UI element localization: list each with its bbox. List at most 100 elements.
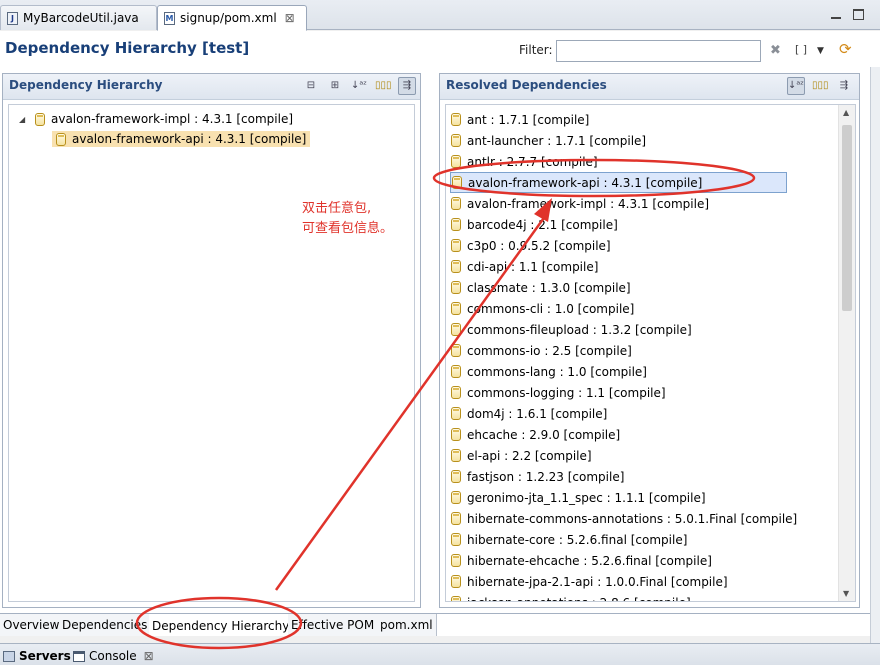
resolved-dependencies-section: Resolved Dependencies ↓ᵃᶻ ▯▯▯ ⇶ jackson-… <box>439 73 860 608</box>
dependency-tree[interactable]: ◢ avalon-framework-impl : 4.3.1 [compile… <box>8 104 415 602</box>
tab-label: pom.xml <box>380 618 433 632</box>
annotation-line: 双击任意包, <box>302 201 372 216</box>
dependency-item[interactable]: jackson-annotations : 2.8.6 [compile] <box>451 592 691 602</box>
scroll-up-icon[interactable]: ▲ <box>843 108 849 117</box>
minimize-icon[interactable] <box>831 9 841 19</box>
dependency-label: ant-launcher : 1.7.1 [compile] <box>467 133 647 148</box>
tree-item[interactable]: avalon-framework-api : 4.3.1 [compile] <box>52 129 311 149</box>
dependency-item[interactable]: commons-lang : 1.0 [compile] <box>451 361 647 382</box>
tree-item-selected[interactable]: avalon-framework-api : 4.3.1 [compile] <box>52 131 311 147</box>
dependency-item[interactable]: commons-io : 2.5 [compile] <box>451 340 632 361</box>
jar-icon <box>451 302 461 315</box>
section-title: Dependency Hierarchy <box>9 78 163 92</box>
jar-icon <box>451 575 461 588</box>
jar-icon <box>35 112 45 126</box>
dependency-item[interactable]: antlr : 2.7.7 [compile] <box>451 151 598 172</box>
scrollbar-thumb[interactable] <box>842 125 852 311</box>
clear-filter-icon[interactable]: ✖ <box>770 43 781 58</box>
filter-input[interactable] <box>556 40 761 62</box>
resolved-toolbar: ↓ᵃᶻ ▯▯▯ ⇶ <box>787 77 853 95</box>
servers-icon <box>3 650 15 662</box>
tree-item[interactable]: ◢ avalon-framework-impl : 4.3.1 [compile… <box>19 109 293 129</box>
expand-all-icon[interactable]: ⊞ <box>326 77 344 95</box>
dependency-item[interactable]: hibernate-core : 5.2.6.final [compile] <box>451 529 687 550</box>
dependency-label: commons-cli : 1.0 [compile] <box>467 301 635 316</box>
dependency-item[interactable]: ehcache : 2.9.0 [compile] <box>451 424 620 445</box>
filter-label: Filter: <box>519 43 553 57</box>
dependency-item[interactable]: dom4j : 1.6.1 [compile] <box>451 403 607 424</box>
vertical-scrollbar[interactable]: ▲ ▼ <box>838 105 855 601</box>
refresh-icon[interactable]: ⟳ <box>839 40 852 58</box>
dependency-item[interactable]: ant-launcher : 1.7.1 [compile] <box>451 130 646 151</box>
tab-servers[interactable]: Servers <box>3 646 71 665</box>
section-header: Dependency Hierarchy ⊟ ⊞ ↓ᵃᶻ ▯▯▯ ⇶ <box>3 74 420 100</box>
tab-console[interactable]: Console ⊠ <box>73 646 154 665</box>
dependency-item[interactable]: cdi-api : 1.1 [compile] <box>451 256 598 277</box>
link-with-selection-icon[interactable]: ⇶ <box>835 77 853 95</box>
dependency-item[interactable]: geronimo-jta_1.1_spec : 1.1.1 [compile] <box>451 487 706 508</box>
jar-icon <box>451 113 461 126</box>
dependency-item[interactable]: commons-logging : 1.1 [compile] <box>451 382 666 403</box>
tab-label: Effective POM <box>291 618 375 632</box>
dependency-item[interactable]: ant : 1.7.1 [compile] <box>451 109 589 130</box>
dependency-label: hibernate-commons-annotations : 5.0.1.Fi… <box>467 511 798 526</box>
filter-options-icon[interactable]: [ ] <box>795 43 807 56</box>
tab-pom-xml[interactable]: M signup/pom.xml ⊠ <box>157 5 307 31</box>
window-buttons <box>831 9 864 20</box>
show-group-id-icon[interactable]: ▯▯▯ <box>374 77 392 95</box>
dependency-item[interactable]: classmate : 1.3.0 [compile] <box>451 277 631 298</box>
dependency-item[interactable]: el-api : 2.2 [compile] <box>451 445 592 466</box>
collapse-all-icon[interactable]: ⊟ <box>302 77 320 95</box>
close-icon[interactable]: ⊠ <box>285 11 295 25</box>
dependency-label: antlr : 2.7.7 [compile] <box>467 154 598 169</box>
dependency-item[interactable]: fastjson : 1.2.23 [compile] <box>451 466 624 487</box>
tab-overview[interactable]: Overview <box>0 614 64 636</box>
editor-page-tabs: Overview Dependencies Dependency Hierarc… <box>0 613 870 636</box>
dependency-label: commons-lang : 1.0 [compile] <box>467 364 647 379</box>
editor-tab-bar: J MyBarcodeUtil.java M signup/pom.xml ⊠ <box>0 0 880 31</box>
tab-pom-xml-source[interactable]: pom.xml <box>377 614 437 636</box>
jar-icon <box>451 155 461 168</box>
show-group-id-icon[interactable]: ▯▯▯ <box>811 77 829 95</box>
sort-icon[interactable]: ↓ᵃᶻ <box>350 77 368 95</box>
tab-dependencies[interactable]: Dependencies <box>59 614 152 636</box>
dependency-label: classmate : 1.3.0 [compile] <box>467 280 631 295</box>
jar-icon <box>451 386 461 399</box>
dependency-item[interactable]: avalon-framework-impl : 4.3.1 [compile] <box>451 193 709 214</box>
dependency-item[interactable]: hibernate-commons-annotations : 5.0.1.Fi… <box>451 508 797 529</box>
jar-icon <box>451 365 461 378</box>
dependency-item[interactable]: c3p0 : 0.9.5.2 [compile] <box>451 235 611 256</box>
dependency-label: dom4j : 1.6.1 [compile] <box>467 406 608 421</box>
dependency-label: hibernate-ehcache : 5.2.6.final [compile… <box>467 553 712 568</box>
tab-label: signup/pom.xml <box>180 11 277 25</box>
section-title: Resolved Dependencies <box>446 78 607 92</box>
tab-mybarcodeutil[interactable]: J MyBarcodeUtil.java <box>0 5 157 30</box>
section-header: Resolved Dependencies ↓ᵃᶻ ▯▯▯ ⇶ <box>440 74 859 100</box>
tree-item-label: avalon-framework-impl : 4.3.1 [compile] <box>51 112 294 126</box>
console-icon <box>73 650 85 662</box>
dependency-item[interactable]: barcode4j : 2.1 [compile] <box>451 214 618 235</box>
chevron-down-icon[interactable]: ▼ <box>817 46 824 56</box>
expanded-triangle-icon[interactable]: ◢ <box>19 115 29 124</box>
resolved-dependencies-list[interactable]: jackson-annotations : 2.8.6 [compile] hib… <box>445 104 856 602</box>
tab-dependency-hierarchy[interactable]: Dependency Hierarchy <box>149 614 294 636</box>
jar-icon <box>451 512 461 525</box>
dependency-label: jackson-annotations : 2.8.6 [compile] <box>467 596 691 602</box>
dependency-item[interactable]: hibernate-ehcache : 5.2.6.final [compile… <box>451 550 712 571</box>
tab-effective-pom[interactable]: Effective POM <box>288 614 379 636</box>
close-icon[interactable]: ⊠ <box>144 649 154 663</box>
scroll-down-icon[interactable]: ▼ <box>843 589 849 598</box>
dependency-item[interactable]: hibernate-jpa-2.1-api : 1.0.0.Final [com… <box>451 571 728 592</box>
dependency-item[interactable]: avalon-framework-api : 4.3.1 [compile] <box>450 172 787 193</box>
annotation-line: 可查看包信息。 <box>302 221 394 236</box>
jar-icon <box>451 218 461 231</box>
jar-icon <box>451 344 461 357</box>
jar-icon <box>451 470 461 483</box>
dependency-item[interactable]: commons-cli : 1.0 [compile] <box>451 298 634 319</box>
maximize-icon[interactable] <box>853 9 864 20</box>
dependency-hierarchy-section: Dependency Hierarchy ⊟ ⊞ ↓ᵃᶻ ▯▯▯ ⇶ ◢ ava… <box>2 73 421 608</box>
sort-icon[interactable]: ↓ᵃᶻ <box>787 77 805 95</box>
jar-icon <box>451 239 461 252</box>
dependency-item[interactable]: commons-fileupload : 1.3.2 [compile] <box>451 319 692 340</box>
link-with-selection-icon[interactable]: ⇶ <box>398 77 416 95</box>
